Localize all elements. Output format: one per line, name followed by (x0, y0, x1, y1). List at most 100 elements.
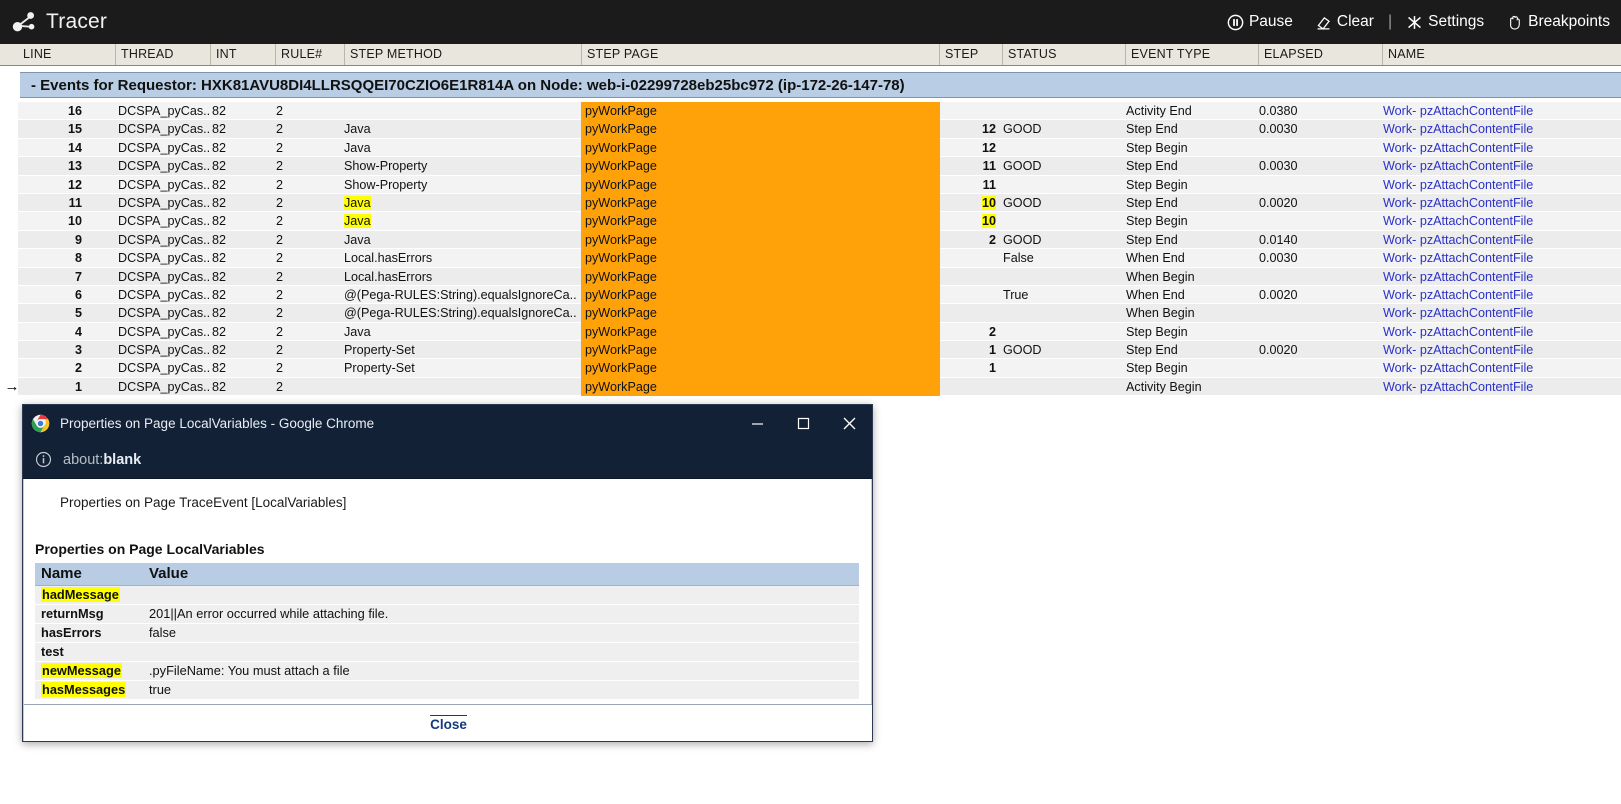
cell-step-method: Java (344, 324, 371, 339)
minimize-icon (751, 422, 763, 425)
property-row: hadMessage (35, 585, 859, 605)
cell-name-link[interactable]: Work- pzAttachContentFile (1383, 341, 1613, 359)
cell-name-link[interactable]: Work- pzAttachContentFile (1383, 194, 1613, 212)
column-header-line[interactable]: LINE (18, 44, 118, 65)
cell-event-type: Step End (1126, 195, 1178, 210)
table-row[interactable]: 16 DCSPA_pyCas... 82 2 pyWorkPage Activity En… (0, 102, 1621, 121)
table-row[interactable]: 10 DCSPA_pyCas... 82 2 Java pyWorkPage 10 Step … (0, 212, 1621, 231)
table-row[interactable]: 6 DCSPA_pyCas... 82 2 @(Pega-RULES:String).e… (0, 285, 1621, 305)
cell-name-link[interactable]: Work- pzAttachContentFile (1383, 176, 1613, 194)
column-header-event[interactable]: EVENT TYPE (1125, 44, 1258, 65)
eraser-icon (1317, 16, 1330, 30)
cell-name-link[interactable]: Work- pzAttachContentFile (1383, 231, 1613, 249)
cell-name-link[interactable]: Work- pzAttachContentFile (1383, 102, 1613, 120)
close-window-button[interactable] (826, 405, 872, 441)
cell-thread: DCSPA_pyCas... (118, 140, 210, 155)
column-header-method[interactable]: STEP METHOD (344, 44, 581, 65)
cell-step-page: pyWorkPage (581, 138, 940, 158)
cell-elapsed: 0.0020 (1259, 343, 1298, 358)
table-row[interactable]: 9 DCSPA_pyCas... 82 2 Java pyWorkPage 2 GOOD Ste… (0, 230, 1621, 250)
cell-status: True (1003, 287, 1029, 302)
cell-step-page: pyWorkPage (581, 359, 940, 378)
column-header-page[interactable]: STEP PAGE (581, 44, 939, 65)
cell-step: 10 (962, 194, 996, 212)
table-row[interactable]: 2 DCSPA_pyCas... 82 2 Property-Set pyWorkPage… (0, 359, 1621, 378)
cell-thread: DCSPA_pyCas... (118, 306, 210, 321)
pause-button[interactable]: Pause (1227, 13, 1293, 31)
table-row[interactable]: 4 DCSPA_pyCas... 82 2 Java pyWorkPage 2 Step Be… (0, 322, 1621, 342)
cell-elapsed (1259, 176, 1379, 194)
table-row[interactable]: 5 DCSPA_pyCas... 82 2 @(Pega-RULES:String).e… (0, 304, 1621, 323)
window-controls (734, 405, 872, 441)
table-row[interactable]: 15 DCSPA_pyCas... 82 2 Java pyWorkPage 12 GOOD S… (0, 120, 1621, 139)
clear-button[interactable]: Clear (1315, 13, 1374, 31)
cell-name-link[interactable]: Work- pzAttachContentFile (1383, 249, 1613, 267)
property-name-highlight: newMessage (41, 663, 122, 678)
column-header-step[interactable]: STEP (939, 44, 1002, 65)
settings-button[interactable]: Settings (1406, 13, 1484, 31)
cell-name-link[interactable]: Work- pzAttachContentFile (1383, 359, 1613, 377)
column-header-elapsed[interactable]: ELAPSED (1258, 44, 1382, 65)
cell-step-method: Java (344, 232, 371, 247)
cell-thread: DCSPA_pyCas... (118, 122, 210, 137)
cell-step-method-highlight: Java (344, 195, 371, 210)
property-value (143, 642, 859, 662)
property-name: hasMessages (35, 680, 143, 700)
cell-thread: DCSPA_pyCas... (118, 104, 210, 118)
column-header-int[interactable]: INT (210, 44, 275, 65)
cell-step: 12 (981, 140, 996, 155)
minimize-button[interactable] (734, 405, 780, 441)
cell-name-link[interactable]: Work- pzAttachContentFile (1383, 120, 1613, 138)
app-title: Tracer (46, 10, 108, 33)
table-row[interactable]: 12 DCSPA_pyCas... 82 2 Show-Property pyWorkPa… (0, 175, 1621, 194)
cell-thread: DCSPA_pyCas... (118, 232, 210, 247)
column-header-status[interactable]: STATUS (1002, 44, 1125, 65)
column-header-thread[interactable]: THREAD (115, 44, 210, 65)
table-row[interactable]: 13 DCSPA_pyCas... 82 2 Show-Property pyWorkPa… (0, 157, 1621, 176)
cell-thread: DCSPA_pyCas... (118, 379, 210, 394)
clear-label: Clear (1336, 13, 1374, 30)
property-row: test (35, 642, 859, 662)
cell-event-type: Step Begin (1126, 324, 1188, 339)
cell-name-link[interactable]: Work- pzAttachContentFile (1383, 304, 1613, 322)
breakpoints-button[interactable]: Breakpoints (1506, 13, 1610, 31)
cell-elapsed: 0.0030 (1259, 122, 1298, 137)
cell-rule: 2 (276, 122, 284, 137)
property-name: hasErrors (35, 623, 143, 643)
cell-name-link[interactable]: Work- pzAttachContentFile (1383, 139, 1613, 157)
cell-status (1003, 323, 1113, 341)
cell-elapsed: 0.0020 (1259, 195, 1298, 210)
cell-name-link[interactable]: Work- pzAttachContentFile (1383, 268, 1613, 286)
table-row[interactable]: 14 DCSPA_pyCas... 82 2 Java pyWorkPage 12 Step … (0, 138, 1621, 158)
maximize-button[interactable] (780, 405, 826, 441)
cell-step-page: pyWorkPage (581, 120, 940, 139)
cell-name-link[interactable]: Work- pzAttachContentFile (1383, 157, 1613, 175)
cell-step: 11 (982, 159, 996, 174)
cell-step: 10 (962, 212, 996, 230)
table-row[interactable]: 11 DCSPA_pyCas... 82 2 Java pyWorkPage 10 GOOD S… (0, 193, 1621, 213)
cell-step: 1 (988, 361, 996, 376)
table-row[interactable]: 8 DCSPA_pyCas... 82 2 Local.hasErrors pyWorkP… (0, 249, 1621, 268)
cell-step-method: Local.hasErrors (344, 251, 433, 266)
cell-name-link[interactable]: Work- pzAttachContentFile (1383, 323, 1613, 341)
cell-name-link[interactable]: Work- pzAttachContentFile (1383, 212, 1613, 230)
cell-name-link[interactable]: Work- pzAttachContentFile (1383, 286, 1613, 304)
table-row[interactable]: → 1 DCSPA_pyCas... 82 2 pyWorkPage Activity Be… (0, 377, 1621, 397)
chrome-titlebar[interactable]: Properties on Page LocalVariables - Goog… (23, 405, 872, 441)
cell-int: 82 (212, 269, 227, 284)
column-header-name[interactable]: NAME (1382, 44, 1621, 65)
cell-step (962, 304, 996, 322)
cell-int: 82 (212, 251, 227, 266)
cell-status: GOOD (1003, 343, 1042, 358)
table-row[interactable]: 7 DCSPA_pyCas... 82 2 Local.hasErrors pyWorkP… (0, 267, 1621, 286)
close-link[interactable]: Close (430, 715, 467, 732)
column-header-rule[interactable]: RULE# (275, 44, 344, 65)
chrome-address-bar[interactable]: about:blank (23, 441, 872, 479)
cell-event-type: When Begin (1126, 269, 1195, 284)
cell-line: 8 (74, 251, 82, 266)
chrome-popup-window: Properties on Page LocalVariables - Goog… (22, 404, 873, 742)
cell-step-method: Show-Property (344, 159, 428, 174)
cell-name-link[interactable]: Work- pzAttachContentFile (1383, 378, 1613, 396)
events-banner[interactable]: - Events for Requestor: HXK81AVU8DI4LLRS… (20, 72, 1621, 98)
table-row[interactable]: 3 DCSPA_pyCas... 82 2 Property-Set pyWorkPage… (0, 341, 1621, 360)
